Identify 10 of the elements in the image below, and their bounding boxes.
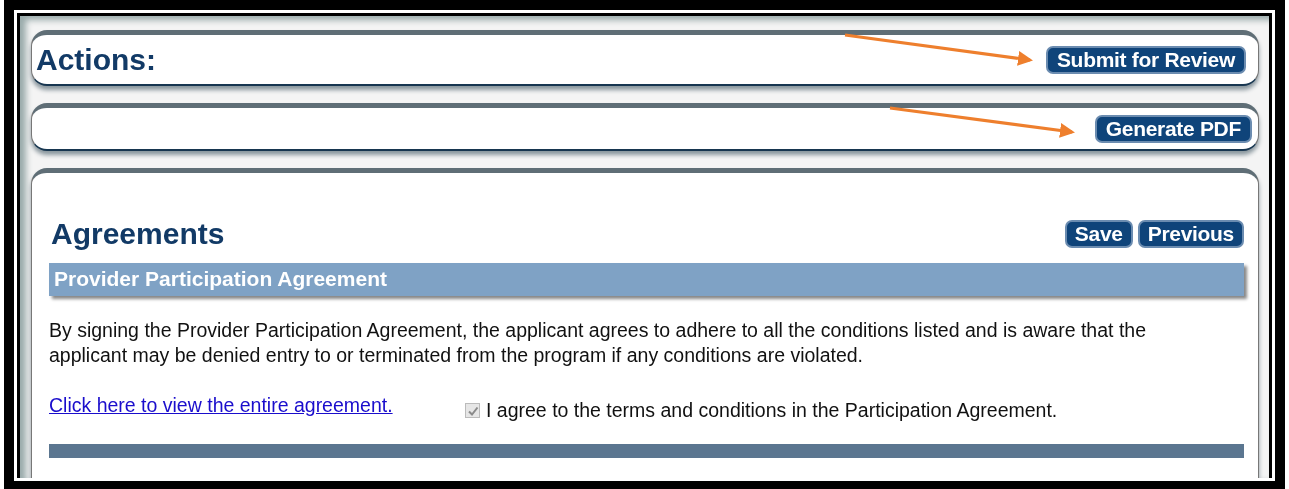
panel-title: Actions: (36, 42, 156, 77)
submit-button[interactable]: Submit for Review (1045, 45, 1246, 74)
generate-pdf-button[interactable]: Generate PDF (1094, 114, 1252, 143)
checkbox-label: I agree to the terms and conditions in the Participation Agreement. (486, 399, 1058, 422)
action-button[interactable]: Previous (1137, 220, 1244, 248)
agreement-link[interactable]: Click here to view the entire agreement. (49, 394, 465, 417)
action-button[interactable]: Save (1064, 220, 1133, 248)
section-title: Agreements (51, 217, 225, 251)
section-header: Provider Participation Agreement (49, 263, 1244, 296)
agreement-text: By signing the Provider Participation Agreement, the applicant agrees to adhere to all the conditions listed and is aware that the applicant may be denied entry to or terminated from the program if any conditions are violated. (49, 318, 1147, 368)
